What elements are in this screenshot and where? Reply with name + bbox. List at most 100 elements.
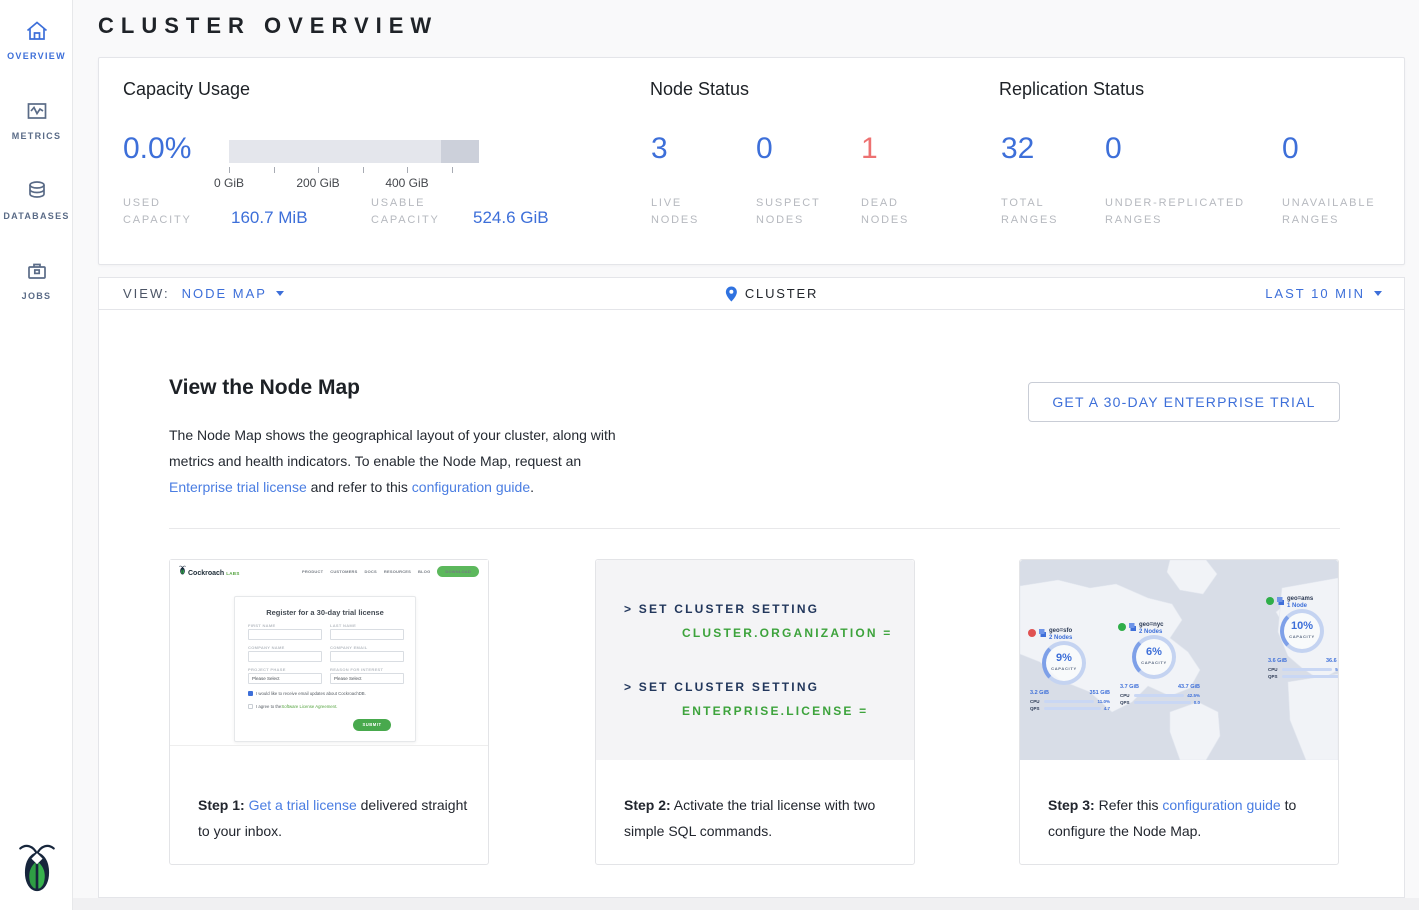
databases-icon	[24, 178, 50, 204]
used-capacity-value: 160.7 MiB	[231, 208, 308, 228]
cockroach-labs-brand: Cockroach LABS	[179, 565, 240, 577]
gauge-tick-0: 0 GiB	[201, 176, 257, 190]
reason-select: Please Select	[330, 673, 404, 684]
step3-card: geo=sfo 2 Nodes 9% CAPACITY 3.2 GiB351 G…	[1019, 559, 1339, 865]
page-title: CLUSTER OVERVIEW	[98, 13, 438, 39]
sql-setting: CLUSTER.ORGANIZATION =	[682, 626, 893, 640]
step2-card: > SET CLUSTER SETTING CLUSTER.ORGANIZATI…	[595, 559, 915, 865]
sidebar-item-label: OVERVIEW	[0, 51, 73, 61]
project-phase-select: Please Select	[248, 673, 322, 684]
description-text: .	[530, 479, 534, 495]
checkbox-label: I would like to receive email updates ab…	[256, 691, 366, 696]
sidebar-item-label: JOBS	[0, 291, 73, 301]
step-label: Step 2:	[624, 797, 671, 813]
live-nodes-label: LIVE NODES	[651, 195, 723, 229]
step-label: Step 3:	[1048, 797, 1095, 813]
live-nodes-count: 3	[651, 132, 668, 166]
checkbox-label: I agree to the	[256, 704, 281, 709]
step3-caption: Step 3: Refer this configuration guide t…	[1048, 792, 1328, 844]
screenshot-nav-links: PRODUCT CUSTOMERS DOCS RESOURCES BLOG DO…	[302, 566, 479, 577]
description-text: The Node Map shows the geographical layo…	[169, 427, 616, 469]
capacity-gauge: 0 GiB 200 GiB 400 GiB	[229, 140, 479, 200]
view-dropdown-value: NODE MAP	[182, 286, 267, 301]
dead-status-icon	[1028, 629, 1036, 637]
chevron-down-icon	[1374, 291, 1382, 296]
live-status-icon	[1118, 623, 1126, 631]
sidebar-item-jobs[interactable]: JOBS	[0, 258, 73, 301]
brand-name: Cockroach	[188, 570, 224, 577]
node-map-description: The Node Map shows the geographical layo…	[169, 422, 639, 500]
field-label: COMPANY NAME	[248, 645, 285, 650]
node-cube-icon	[1128, 622, 1137, 632]
configuration-guide-link[interactable]: configuration guide	[412, 479, 530, 495]
submit-button: SUBMIT	[353, 719, 391, 731]
register-form-screenshot: Cockroach LABS PRODUCT CUSTOMERS DOCS RE…	[170, 560, 488, 746]
nav-docs: DOCS	[365, 569, 377, 574]
chevron-down-icon	[276, 291, 284, 296]
locality-label: geo=sfo	[1049, 628, 1072, 635]
node-cube-icon	[1276, 596, 1285, 606]
usable-capacity-label: USABLE CAPACITY	[371, 195, 453, 229]
first-name-input	[248, 629, 322, 640]
locality-label: geo=nyc	[1139, 622, 1164, 629]
view-dropdown[interactable]: NODE MAP	[182, 286, 284, 301]
get-trial-license-link[interactable]: Get a trial license	[249, 797, 357, 813]
capacity-ring: 6% CAPACITY	[1132, 635, 1176, 679]
license-agreement-checkbox: I agree to the Software License Agreemen…	[248, 704, 408, 709]
cluster-summary-panel: Capacity Usage 0.0% 0 GiB 200 GiB 400 Gi…	[98, 57, 1405, 265]
node-map-preview: geo=sfo 2 Nodes 9% CAPACITY 3.2 GiB351 G…	[1020, 560, 1338, 760]
sql-setting: ENTERPRISE.LICENSE =	[682, 704, 868, 718]
dead-nodes-label: DEAD NODES	[861, 195, 921, 229]
unavailable-ranges-count: 0	[1282, 132, 1299, 166]
time-range-dropdown[interactable]: LAST 10 MIN	[1265, 286, 1382, 301]
node-cube-icon	[1038, 628, 1047, 638]
gauge-tick-200: 200 GiB	[290, 176, 346, 190]
map-pin-icon	[725, 286, 737, 302]
email-updates-checkbox: I would like to receive email updates ab…	[248, 691, 408, 696]
dead-nodes-count: 1	[861, 132, 878, 166]
company-name-input	[248, 651, 322, 662]
capacity-ring: 10% CAPACITY	[1280, 609, 1324, 653]
step1-caption: Step 1: Get a trial license delivered st…	[198, 792, 478, 844]
sql-command: > SET CLUSTER SETTING	[624, 680, 819, 694]
capacity-usage-title: Capacity Usage	[123, 79, 250, 100]
nav-resources: RESOURCES	[384, 569, 411, 574]
sidebar-item-databases[interactable]: DATABASES	[0, 178, 73, 221]
sql-code-block: > SET CLUSTER SETTING CLUSTER.ORGANIZATI…	[596, 560, 914, 760]
field-label: PROJECT PHASE	[248, 667, 286, 672]
capacity-gauge-reserved	[441, 140, 479, 163]
node-status-title: Node Status	[650, 79, 749, 100]
field-label: FIRST NAME	[248, 623, 275, 628]
configuration-guide-link[interactable]: configuration guide	[1162, 797, 1280, 813]
nav-blog: BLOG	[418, 569, 430, 574]
enterprise-trial-license-link[interactable]: Enterprise trial license	[169, 479, 307, 495]
download-button: DOWNLOAD	[437, 566, 479, 577]
sidebar-item-metrics[interactable]: METRICS	[0, 98, 73, 141]
screenshot-site-nav: Cockroach LABS PRODUCT CUSTOMERS DOCS RE…	[170, 560, 488, 582]
step-label: Step 1:	[198, 797, 245, 813]
brand-suffix: LABS	[226, 571, 239, 576]
time-range-value: LAST 10 MIN	[1265, 286, 1365, 301]
step1-card: Cockroach LABS PRODUCT CUSTOMERS DOCS RE…	[169, 559, 489, 865]
node-map-heading: View the Node Map	[169, 376, 360, 400]
sidebar-item-overview[interactable]: OVERVIEW	[0, 18, 73, 61]
suspect-nodes-count: 0	[756, 132, 773, 166]
capacity-percent: 0.0%	[123, 132, 191, 166]
live-status-icon	[1266, 597, 1274, 605]
sql-command: > SET CLUSTER SETTING	[624, 602, 819, 616]
sidebar-item-label: DATABASES	[0, 211, 73, 221]
gauge-tick-400: 400 GiB	[379, 176, 435, 190]
nav-customers: CUSTOMERS	[330, 569, 357, 574]
step2-caption: Step 2: Activate the trial license with …	[624, 792, 904, 844]
node-map-panel: View the Node Map The Node Map shows the…	[98, 310, 1405, 898]
usable-capacity-value: 524.6 GiB	[473, 208, 549, 228]
license-agreement-link: Software License Agreement.	[281, 704, 337, 709]
jobs-icon	[24, 258, 50, 284]
used-capacity-label: USED CAPACITY	[123, 195, 205, 229]
breadcrumb: CLUSTER	[725, 278, 818, 309]
enterprise-trial-button[interactable]: GET A 30-DAY ENTERPRISE TRIAL	[1028, 382, 1340, 422]
sidebar-item-label: METRICS	[0, 131, 73, 141]
sidebar: OVERVIEW METRICS DATABASES JOBS	[0, 0, 73, 910]
capacity-ring: 9% CAPACITY	[1042, 641, 1086, 685]
cockroach-labs-logo	[0, 841, 73, 898]
